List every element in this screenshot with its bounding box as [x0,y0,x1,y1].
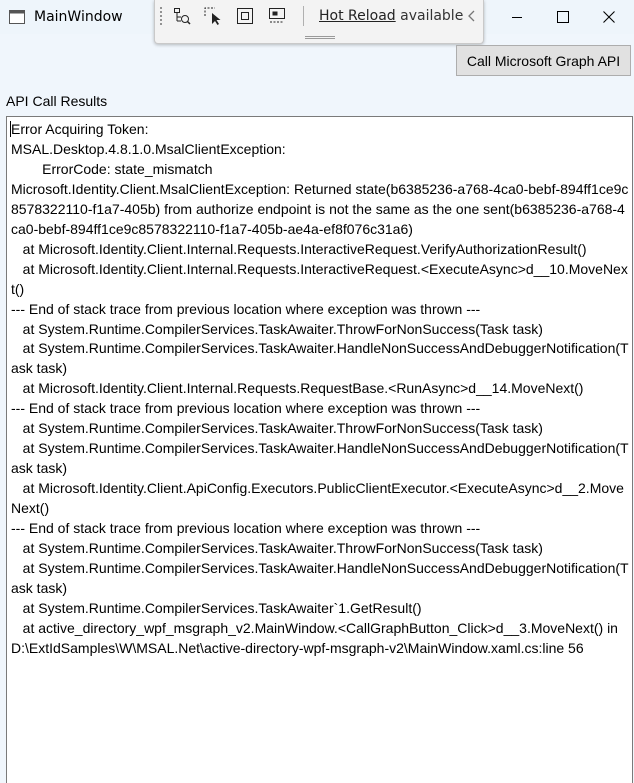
hot-reload-status-text: available [395,8,464,24]
display-layout-adorners-button[interactable] [233,4,257,28]
minimize-icon [512,17,522,18]
close-button[interactable] [586,0,632,34]
window-title: MainWindow [34,9,123,25]
collapse-toolbar-button[interactable] [464,6,480,26]
maximize-button[interactable] [540,0,586,34]
results-textbox[interactable]: Error Acquiring Token: MSAL.Desktop.4.8.… [6,116,633,783]
maximize-icon [557,11,569,23]
results-label: API Call Results [6,93,108,109]
results-text[interactable]: Error Acquiring Token: MSAL.Desktop.4.8.… [7,117,632,659]
hot-reload-toolbar: Hot Reload available [154,0,484,44]
display-layout-adorners-icon [237,8,253,24]
select-element-icon [204,7,221,25]
select-element-button[interactable] [201,4,225,28]
toolbar-separator [303,6,304,26]
minimize-button[interactable] [494,0,540,34]
chevron-left-icon [468,10,475,22]
live-visual-tree-button[interactable] [169,4,193,28]
window-icon [9,9,25,25]
live-visual-tree-icon [174,8,191,25]
text-cursor [10,121,11,137]
close-icon [603,11,615,23]
hot-reload-link[interactable]: Hot Reload [319,8,396,24]
call-graph-api-button[interactable]: Call Microsoft Graph API [456,45,631,76]
toolbar-grip-icon[interactable] [159,6,163,26]
hot-reload-status: Hot Reload available [319,7,463,25]
toolbar-drag-handle[interactable] [305,36,335,39]
track-focused-element-button[interactable] [265,4,289,28]
track-focused-element-icon [269,8,285,23]
